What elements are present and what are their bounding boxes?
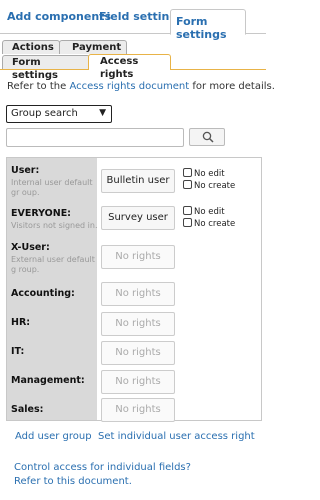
rights-button-management[interactable]: No rights xyxy=(101,370,175,394)
subtab-access-rights[interactable]: Access rights xyxy=(88,54,171,80)
add-user-group-link[interactable]: Add user group xyxy=(15,431,92,442)
subtab-payment[interactable]: Payment xyxy=(59,40,127,54)
footer-links: Control access for individual fields? Re… xyxy=(14,461,191,489)
no-edit-option-user[interactable]: No edit xyxy=(183,168,225,179)
group-name-management: Management: xyxy=(11,375,85,386)
search-icon xyxy=(202,131,214,143)
checkbox[interactable] xyxy=(183,168,192,177)
tab-form-settings[interactable]: Form settings xyxy=(170,9,246,41)
group-name-it: IT: xyxy=(11,346,25,357)
refer-document-link[interactable]: Refer to this document. xyxy=(14,475,191,489)
no-create-option-everyone[interactable]: No create xyxy=(183,218,235,229)
rights-button-accounting[interactable]: No rights xyxy=(101,282,175,306)
checkbox[interactable] xyxy=(183,218,192,227)
checkbox[interactable] xyxy=(183,206,192,215)
tab-add-components[interactable]: Add components xyxy=(7,10,111,23)
set-individual-access-link[interactable]: Set individual user access right xyxy=(98,431,255,442)
group-desc-x-user: External user default g roup. xyxy=(11,255,95,274)
search-input[interactable] xyxy=(6,128,184,147)
group-select-value: Group search xyxy=(11,108,78,119)
no-create-option-user[interactable]: No create xyxy=(183,180,235,191)
chevron-down-icon: ▼ xyxy=(99,108,106,118)
rights-button-sales[interactable]: No rights xyxy=(101,398,175,422)
group-desc-everyone: Visitors not signed in. xyxy=(11,221,98,230)
group-desc-user: Internal user default gr oup. xyxy=(11,178,93,197)
group-name-hr: HR: xyxy=(11,317,31,328)
top-tab-bar: Add components Field settings Form setti… xyxy=(0,0,266,41)
rights-button-x-user[interactable]: No rights xyxy=(101,245,175,269)
control-access-link[interactable]: Control access for individual fields? xyxy=(14,461,191,475)
subtab-actions[interactable]: Actions xyxy=(2,40,60,54)
group-name-user: User: xyxy=(11,165,40,176)
subtab-form-settings[interactable]: Form settings xyxy=(2,55,90,81)
access-rights-table: User: Internal user default gr oup. Bull… xyxy=(6,157,262,422)
refer-prefix: Refer to the xyxy=(7,81,67,92)
group-name-x-user: X-User: xyxy=(11,242,50,253)
rights-button-user[interactable]: Bulletin user xyxy=(101,169,175,193)
no-edit-option-everyone[interactable]: No edit xyxy=(183,206,225,217)
rights-button-it[interactable]: No rights xyxy=(101,341,175,365)
refer-suffix: for more details. xyxy=(192,81,275,92)
group-search-select[interactable]: Group search ▼ xyxy=(6,105,112,123)
refer-text: Refer to the Access rights document for … xyxy=(7,81,275,92)
group-name-accounting: Accounting: xyxy=(11,288,75,299)
search-button[interactable] xyxy=(189,128,225,146)
access-rights-doc-link[interactable]: Access rights document xyxy=(69,81,189,92)
rights-button-everyone[interactable]: Survey user xyxy=(101,206,175,230)
group-name-sales: Sales: xyxy=(11,404,44,415)
rights-button-hr[interactable]: No rights xyxy=(101,312,175,336)
checkbox[interactable] xyxy=(183,180,192,189)
group-name-everyone: EVERYONE: xyxy=(11,208,71,219)
